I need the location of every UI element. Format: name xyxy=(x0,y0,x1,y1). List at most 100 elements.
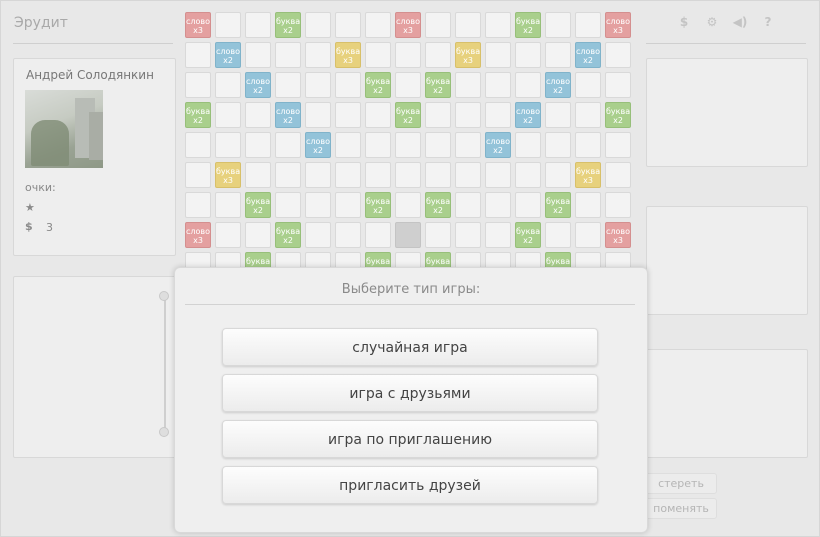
bonus-cell-word2[interactable]: слово x2 xyxy=(305,132,331,158)
settings-icon[interactable]: ⚙ xyxy=(703,15,721,29)
board-cell[interactable] xyxy=(575,132,601,158)
board-cell[interactable] xyxy=(515,42,541,68)
bonus-cell-word3[interactable]: слово x3 xyxy=(185,12,211,38)
board-cell[interactable] xyxy=(575,102,601,128)
board-cell[interactable] xyxy=(545,222,571,248)
board-cell[interactable] xyxy=(365,162,391,188)
board-cell[interactable] xyxy=(245,102,271,128)
bonus-cell-word3[interactable]: слово x3 xyxy=(185,222,211,248)
board-cell[interactable] xyxy=(335,192,361,218)
random-game-button[interactable]: случайная игра xyxy=(222,328,598,366)
board-cell[interactable] xyxy=(395,132,421,158)
board-cell[interactable] xyxy=(515,132,541,158)
bonus-cell-letter2[interactable]: букваx2 xyxy=(545,192,571,218)
board-cell[interactable] xyxy=(485,222,511,248)
board-cell[interactable] xyxy=(395,162,421,188)
bonus-cell-word2[interactable]: слово x2 xyxy=(245,72,271,98)
board-cell[interactable] xyxy=(215,102,241,128)
board-cell[interactable] xyxy=(365,12,391,38)
bonus-cell-letter3[interactable]: буква x3 xyxy=(215,162,241,188)
bonus-cell-word2[interactable]: слово x2 xyxy=(545,72,571,98)
board-cell[interactable] xyxy=(365,222,391,248)
board-cell[interactable] xyxy=(395,72,421,98)
board-cell[interactable] xyxy=(275,42,301,68)
help-icon[interactable]: ? xyxy=(759,15,777,29)
board-cell[interactable] xyxy=(305,222,331,248)
board-cell[interactable] xyxy=(605,72,631,98)
board-cell[interactable] xyxy=(245,132,271,158)
board-cell[interactable] xyxy=(455,72,481,98)
board-cell[interactable] xyxy=(545,12,571,38)
board-cell[interactable] xyxy=(395,42,421,68)
board-cell[interactable] xyxy=(425,42,451,68)
center-cell[interactable] xyxy=(395,222,421,248)
board-cell[interactable] xyxy=(215,222,241,248)
board-cell[interactable] xyxy=(215,12,241,38)
board-cell[interactable] xyxy=(545,132,571,158)
board-cell[interactable] xyxy=(605,162,631,188)
bonus-cell-letter2[interactable]: букваx2 xyxy=(275,222,301,248)
board-cell[interactable] xyxy=(425,132,451,158)
board-cell[interactable] xyxy=(425,12,451,38)
bonus-cell-letter2[interactable]: букваx2 xyxy=(425,72,451,98)
scroll-up-knob[interactable] xyxy=(159,291,169,301)
board-cell[interactable] xyxy=(335,12,361,38)
board-cell[interactable] xyxy=(185,132,211,158)
sound-icon[interactable]: ◀) xyxy=(731,15,749,29)
chat-scrollbar[interactable] xyxy=(164,294,166,434)
board-cell[interactable] xyxy=(485,192,511,218)
avatar[interactable] xyxy=(25,90,103,168)
board-cell[interactable] xyxy=(245,222,271,248)
board-cell[interactable] xyxy=(545,42,571,68)
bonus-cell-letter3[interactable]: буква x3 xyxy=(575,162,601,188)
board-cell[interactable] xyxy=(305,192,331,218)
board-cell[interactable] xyxy=(305,162,331,188)
bonus-cell-letter2[interactable]: букваx2 xyxy=(605,102,631,128)
board-cell[interactable] xyxy=(185,162,211,188)
game-by-invitation-button[interactable]: игра по приглашению xyxy=(222,420,598,458)
board-cell[interactable] xyxy=(215,72,241,98)
board-cell[interactable] xyxy=(515,72,541,98)
bonus-cell-letter2[interactable]: букваx2 xyxy=(515,12,541,38)
board-cell[interactable] xyxy=(545,162,571,188)
board-cell[interactable] xyxy=(485,72,511,98)
scroll-down-knob[interactable] xyxy=(159,427,169,437)
board-cell[interactable] xyxy=(365,42,391,68)
board-cell[interactable] xyxy=(185,72,211,98)
bonus-cell-letter2[interactable]: букваx2 xyxy=(365,72,391,98)
board-cell[interactable] xyxy=(515,192,541,218)
board-cell[interactable] xyxy=(365,102,391,128)
bonus-cell-word3[interactable]: слово x3 xyxy=(395,12,421,38)
bonus-cell-word3[interactable]: слово x3 xyxy=(605,222,631,248)
bonus-cell-word2[interactable]: слово x2 xyxy=(515,102,541,128)
board-cell[interactable] xyxy=(245,42,271,68)
board-cell[interactable] xyxy=(605,132,631,158)
bonus-cell-letter2[interactable]: букваx2 xyxy=(365,192,391,218)
board-cell[interactable] xyxy=(605,192,631,218)
board-cell[interactable] xyxy=(545,102,571,128)
bonus-cell-word2[interactable]: слово x2 xyxy=(485,132,511,158)
board-cell[interactable] xyxy=(335,222,361,248)
board-cell[interactable] xyxy=(575,222,601,248)
board-cell[interactable] xyxy=(275,162,301,188)
board-cell[interactable] xyxy=(485,42,511,68)
board-cell[interactable] xyxy=(215,192,241,218)
board-cell[interactable] xyxy=(455,12,481,38)
board-cell[interactable] xyxy=(365,132,391,158)
board-cell[interactable] xyxy=(305,72,331,98)
board-cell[interactable] xyxy=(275,72,301,98)
board-cell[interactable] xyxy=(425,102,451,128)
board-cell[interactable] xyxy=(185,192,211,218)
bonus-cell-letter2[interactable]: букваx2 xyxy=(275,12,301,38)
board-cell[interactable] xyxy=(335,102,361,128)
board-cell[interactable] xyxy=(185,42,211,68)
board-cell[interactable] xyxy=(605,42,631,68)
board-cell[interactable] xyxy=(455,222,481,248)
play-with-friends-button[interactable]: игра с друзьями xyxy=(222,374,598,412)
board-cell[interactable] xyxy=(245,12,271,38)
board-cell[interactable] xyxy=(515,162,541,188)
bonus-cell-letter3[interactable]: буква x3 xyxy=(335,42,361,68)
board-cell[interactable] xyxy=(485,102,511,128)
board-cell[interactable] xyxy=(335,132,361,158)
bonus-cell-letter2[interactable]: букваx2 xyxy=(245,192,271,218)
